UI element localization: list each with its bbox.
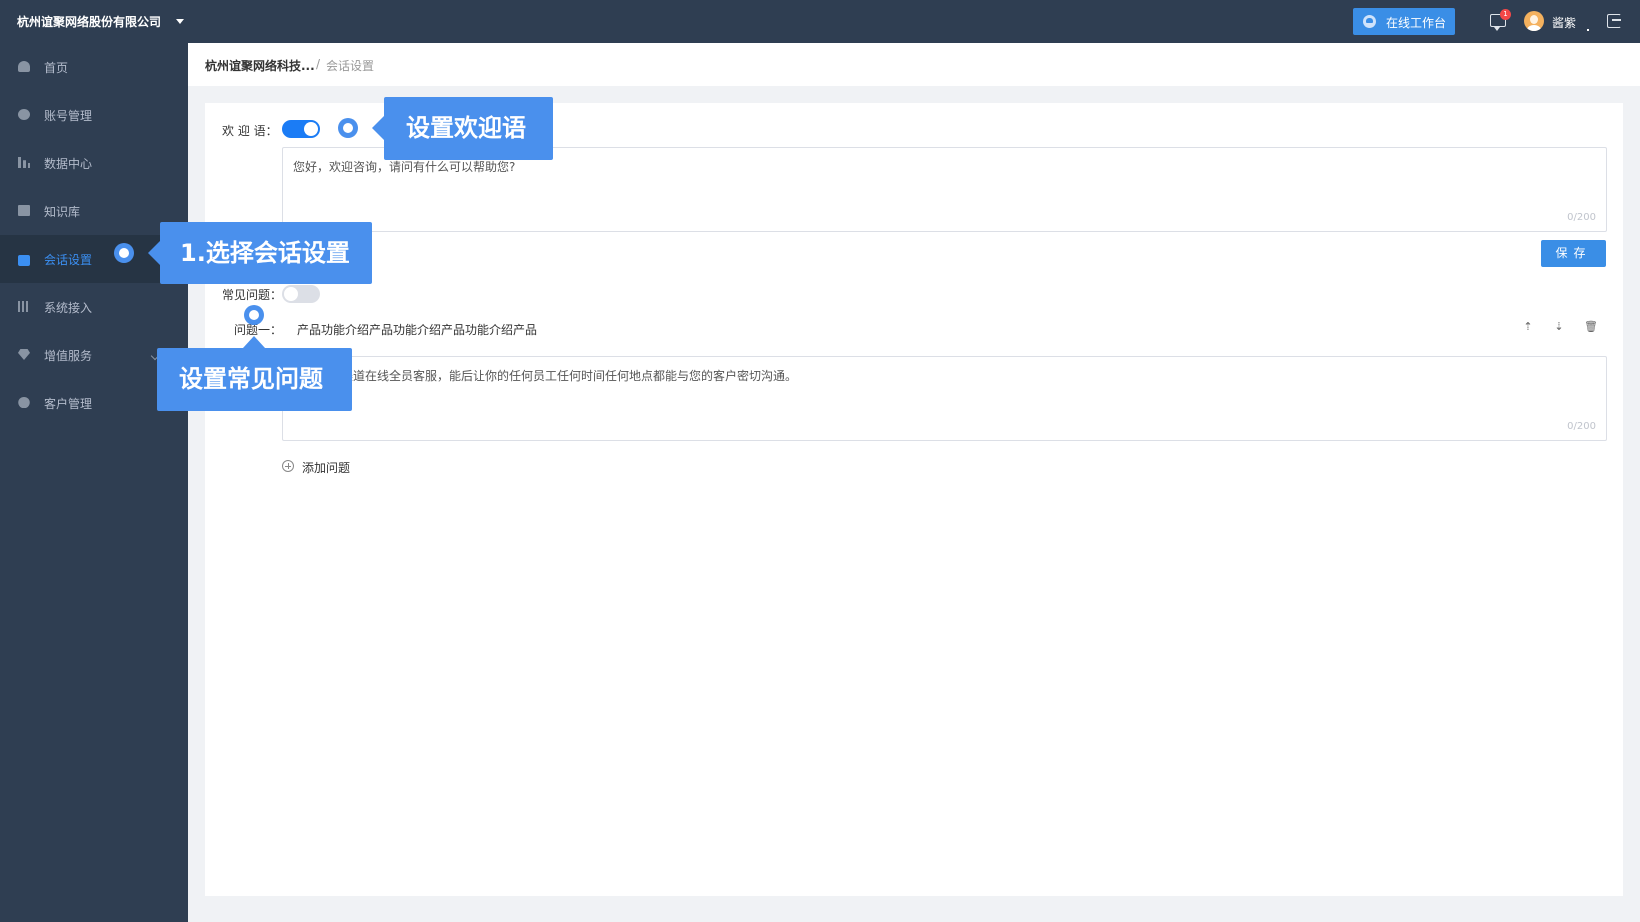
dashboard-icon bbox=[18, 61, 30, 72]
sidebar: 首页 账号管理 数据中心 知识库 会话设置 系统接入 增值服务 客户管理 bbox=[0, 43, 188, 922]
welcome-hotspot[interactable] bbox=[338, 118, 358, 138]
callout-welcome: 设置欢迎语 bbox=[384, 97, 553, 160]
welcome-counter: 0/200 bbox=[1567, 212, 1596, 223]
sidebar-item-account[interactable]: 账号管理 bbox=[0, 91, 188, 139]
sidebar-item-label: 知识库 bbox=[44, 205, 81, 219]
sidebar-item-system-access[interactable]: 系统接入 bbox=[0, 283, 188, 331]
message-badge: 1 bbox=[1500, 9, 1511, 20]
company-name[interactable]: 杭州谊聚网络股份有限公司 bbox=[17, 13, 161, 30]
sidebar-item-label: 客户管理 bbox=[44, 397, 93, 411]
online-workbench-label: 在线工作台 bbox=[1386, 16, 1447, 30]
headset-icon bbox=[1363, 15, 1376, 28]
delete-icon[interactable]: 🗑 bbox=[1584, 321, 1598, 333]
welcome-toggle[interactable] bbox=[282, 120, 320, 138]
avatar[interactable] bbox=[1524, 11, 1544, 31]
user-caret-icon[interactable] bbox=[1587, 29, 1589, 31]
sidebar-item-label: 首页 bbox=[44, 61, 69, 75]
answer-counter: 0/200 bbox=[1567, 421, 1596, 432]
save-button[interactable]: 保存 bbox=[1541, 240, 1606, 267]
sidebar-item-label: 数据中心 bbox=[44, 157, 93, 171]
callout-select: 1.选择会话设置 bbox=[160, 222, 372, 284]
callout-arrow bbox=[148, 241, 160, 265]
callout-arrow bbox=[243, 336, 265, 348]
add-circle-icon[interactable] bbox=[282, 460, 294, 472]
breadcrumb: 杭州谊聚网络科技... / 会话设置 bbox=[188, 43, 1640, 86]
sidebar-item-label: 增值服务 bbox=[44, 349, 93, 363]
answer-textarea[interactable]: 是一款多渠道在线全员客服，能后让你的任何员工任何时间任何地点都能与您的客户密切沟… bbox=[282, 356, 1607, 441]
diamond-icon bbox=[18, 349, 30, 360]
callout-welcome-text: 设置欢迎语 bbox=[406, 114, 526, 142]
top-bar: 杭州谊聚网络股份有限公司 在线工作台 1 酱紫 bbox=[0, 0, 1640, 43]
sidebar-item-home[interactable]: 首页 bbox=[0, 43, 188, 91]
book-icon bbox=[18, 205, 30, 216]
chat-icon bbox=[18, 255, 30, 266]
breadcrumb-company[interactable]: 杭州谊聚网络科技... bbox=[205, 57, 315, 74]
question-input[interactable]: 产品功能介绍产品功能介绍产品功能介绍产品 bbox=[297, 321, 537, 338]
callout-arrow bbox=[372, 116, 384, 140]
toggle-knob bbox=[304, 122, 318, 136]
callout-faq: 设置常见问题 bbox=[157, 348, 352, 411]
breadcrumb-separator: / bbox=[316, 57, 321, 71]
sidebar-item-label: 会话设置 bbox=[44, 253, 93, 267]
username[interactable]: 酱紫 bbox=[1552, 14, 1576, 31]
online-workbench-button[interactable]: 在线工作台 bbox=[1353, 8, 1455, 35]
callout-select-text: 1.选择会话设置 bbox=[180, 239, 350, 267]
account-icon bbox=[18, 109, 30, 120]
sidebar-item-label: 系统接入 bbox=[44, 301, 93, 315]
chevron-down-icon[interactable] bbox=[176, 19, 184, 24]
faq-hotspot[interactable] bbox=[244, 305, 264, 325]
bar-chart-icon bbox=[18, 157, 30, 168]
toggle-knob bbox=[284, 287, 298, 301]
breadcrumb-current: 会话设置 bbox=[326, 59, 375, 73]
settings-card: 欢 迎 语： 您好，欢迎咨询，请问有什么可以帮助您? 0/200 保存 常见问题… bbox=[205, 103, 1623, 896]
welcome-text: 您好，欢迎咨询，请问有什么可以帮助您? bbox=[293, 160, 516, 174]
callout-faq-text: 设置常见问题 bbox=[179, 365, 323, 393]
sidebar-item-label: 账号管理 bbox=[44, 109, 93, 123]
faq-label: 常见问题： bbox=[222, 288, 283, 302]
add-question-link[interactable]: 添加问题 bbox=[302, 459, 350, 476]
move-down-icon[interactable]: ⇣ bbox=[1553, 321, 1565, 333]
logout-icon[interactable] bbox=[1607, 14, 1621, 28]
move-up-icon[interactable]: ⇡ bbox=[1522, 321, 1534, 333]
answer-text: 是一款多渠道在线全员客服，能后让你的任何员工任何时间任何地点都能与您的客户密切沟… bbox=[293, 369, 798, 383]
sliders-icon bbox=[18, 301, 30, 312]
session-settings-hotspot[interactable] bbox=[114, 243, 134, 263]
faq-toggle[interactable] bbox=[282, 285, 320, 303]
welcome-label: 欢 迎 语： bbox=[222, 124, 278, 138]
user-icon bbox=[18, 397, 30, 408]
sidebar-item-data-center[interactable]: 数据中心 bbox=[0, 139, 188, 187]
